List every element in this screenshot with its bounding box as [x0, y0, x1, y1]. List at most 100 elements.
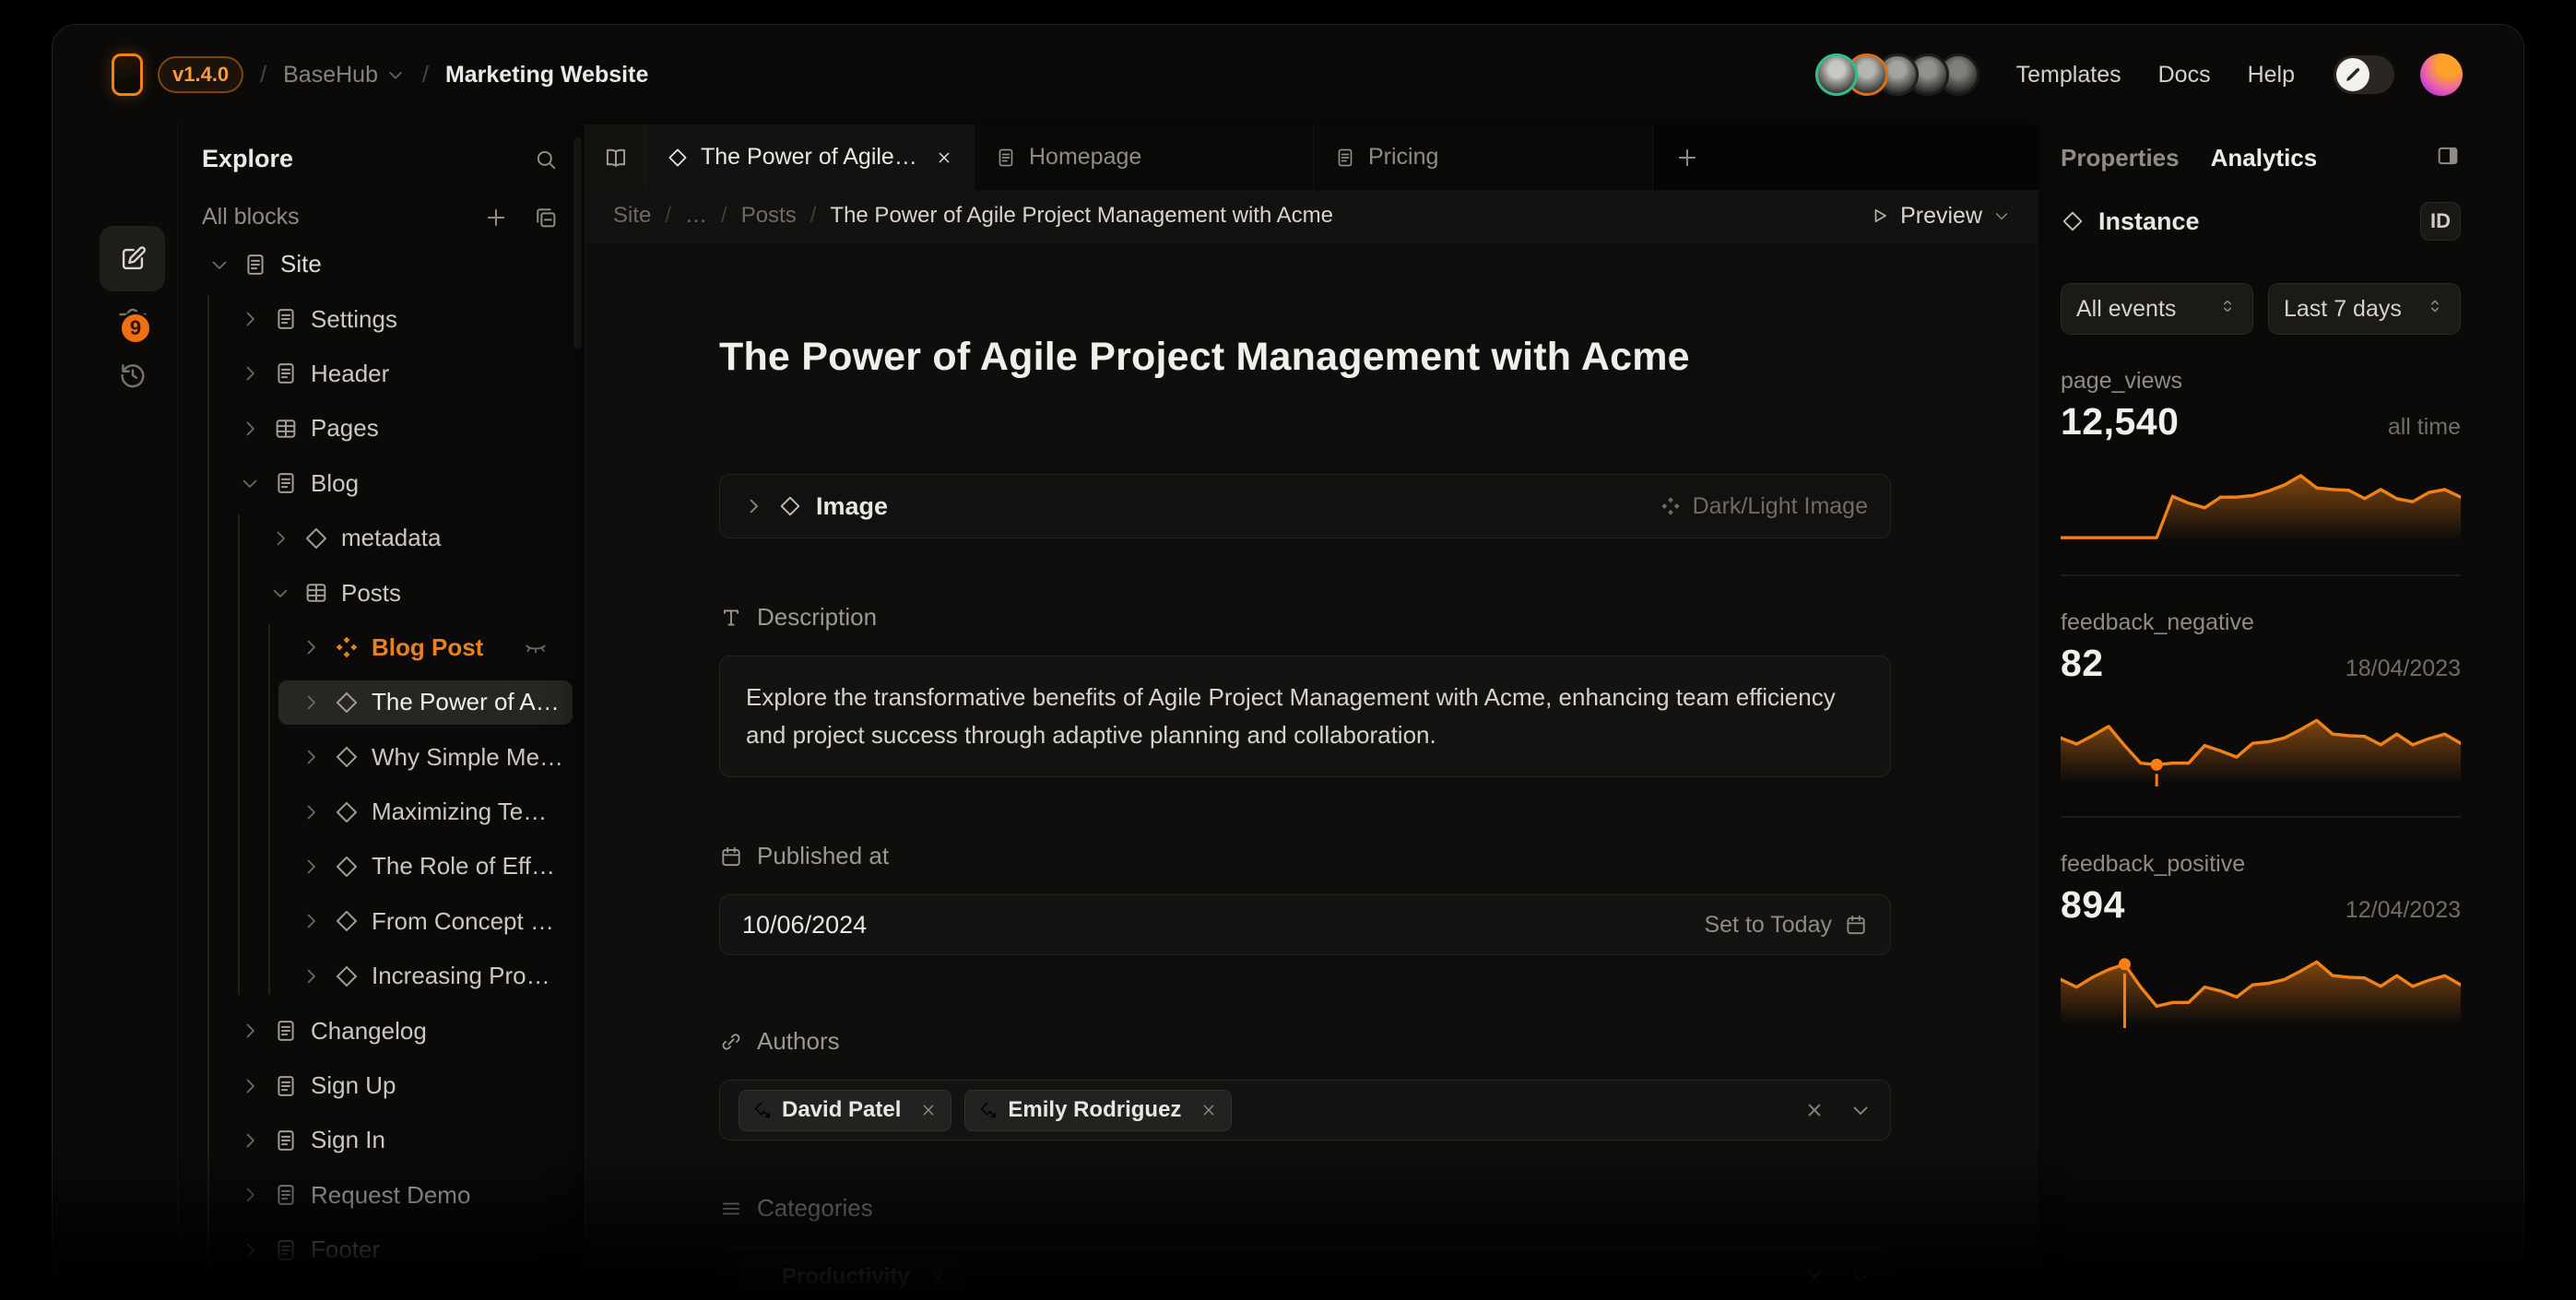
chip-emily-rodriguez[interactable]: Emily Rodriguez	[964, 1090, 1232, 1131]
chevron-right-icon[interactable]	[300, 801, 322, 823]
tree-item-blog-post[interactable]: Blog Post	[178, 620, 570, 675]
topbar-link-docs[interactable]: Docs	[2158, 62, 2211, 89]
metric-sparkline[interactable]	[2061, 455, 2461, 547]
topbar-link-help[interactable]: Help	[2248, 62, 2295, 89]
chevron-right-icon[interactable]	[239, 1020, 261, 1042]
panel-tab-properties[interactable]: Properties	[2061, 144, 2180, 172]
chevron-down-icon[interactable]	[1849, 1099, 1872, 1121]
chevron-right-icon[interactable]	[239, 362, 261, 384]
chevron-right-icon[interactable]	[300, 746, 322, 768]
chevron-right-icon[interactable]	[239, 1239, 261, 1261]
breadcrumb-org[interactable]: BaseHub	[283, 62, 406, 89]
doc-icon	[242, 252, 268, 278]
history-rail-button[interactable]	[109, 351, 157, 399]
chevron-right-icon[interactable]	[300, 691, 322, 714]
library-tab[interactable]	[585, 124, 646, 190]
org-name: BaseHub	[283, 62, 378, 89]
tree-item-pages[interactable]: Pages	[178, 401, 570, 455]
chevron-right-icon[interactable]	[239, 418, 261, 440]
tree-item-sign-up[interactable]: Sign Up	[178, 1058, 570, 1113]
collapse-panel-icon[interactable]	[2435, 143, 2461, 169]
published-date-input[interactable]: 10/06/2024 Set to Today	[719, 894, 1891, 955]
tree-item-header[interactable]: Header	[178, 347, 570, 401]
basehub-logo[interactable]	[112, 53, 143, 96]
version-badge[interactable]: v1.4.0	[158, 56, 243, 93]
add-block-icon[interactable]	[483, 205, 509, 230]
tree-item-posts[interactable]: Posts	[178, 565, 570, 620]
categories-label: Categories	[719, 1194, 1891, 1223]
close-icon[interactable]	[935, 148, 953, 167]
breadcrumb-separator: /	[260, 62, 266, 89]
topbar-link-templates[interactable]: Templates	[2016, 62, 2121, 89]
id-button[interactable]: ID	[2420, 202, 2461, 241]
edit-mode-toggle[interactable]	[2334, 55, 2394, 94]
tree-item-label: Maximizing Te…	[372, 798, 547, 826]
tree-item-metadata[interactable]: metadata	[178, 511, 570, 565]
tree-item-settings[interactable]: Settings	[178, 291, 570, 346]
user-avatar[interactable]	[2420, 53, 2463, 96]
sidebar-scrollbar[interactable]	[573, 137, 582, 349]
set-to-today-button[interactable]: Set to Today	[1704, 912, 1832, 939]
image-block[interactable]: Image Dark/Light Image	[719, 474, 1891, 538]
collapse-all-icon[interactable]	[533, 205, 559, 230]
chevron-down-icon[interactable]	[208, 254, 230, 276]
tree-item-footer[interactable]: Footer	[178, 1223, 570, 1277]
tab-pricing[interactable]: Pricing	[1314, 124, 1653, 190]
filter-select-last-7-days[interactable]: Last 7 days	[2268, 283, 2461, 335]
tree-item-the-role-of-eff[interactable]: The Role of Eff…	[178, 839, 570, 893]
document-title[interactable]: The Power of Agile Project Management wi…	[719, 335, 1891, 380]
breadcrumb-item[interactable]: Site	[613, 203, 651, 229]
chevron-right-icon[interactable]	[300, 636, 322, 658]
remove-chip-icon[interactable]	[919, 1101, 938, 1119]
chevron-right-icon[interactable]	[300, 910, 322, 932]
metric-sparkline[interactable]	[2061, 696, 2461, 788]
calendar-icon[interactable]	[1844, 913, 1868, 937]
collaborator-avatars	[1815, 53, 1979, 96]
chevron-right-icon[interactable]	[239, 308, 261, 330]
chevron-down-icon[interactable]	[1849, 1266, 1872, 1288]
categories-input[interactable]: Productivity	[719, 1247, 1891, 1300]
tree-item-changelog[interactable]: Changelog	[178, 1003, 570, 1058]
chevron-right-icon[interactable]	[239, 1184, 261, 1206]
chip-david-patel[interactable]: David Patel	[739, 1090, 951, 1131]
clear-field-icon[interactable]	[1803, 1266, 1826, 1288]
chevron-right-icon[interactable]	[742, 495, 764, 517]
remove-chip-icon[interactable]	[1199, 1101, 1218, 1119]
chevron-right-icon[interactable]	[269, 527, 291, 550]
preview-button[interactable]: Preview	[1868, 203, 2011, 230]
chip-productivity[interactable]: Productivity	[739, 1257, 961, 1298]
tab-homepage[interactable]: Homepage	[975, 124, 1314, 190]
breadcrumb-item[interactable]: …	[685, 203, 707, 229]
tree-item-request-demo[interactable]: Request Demo	[178, 1168, 570, 1223]
chevron-right-icon[interactable]	[239, 1075, 261, 1097]
filter-select-all-events[interactable]: All events	[2061, 283, 2253, 335]
tree-item-increasing-pro[interactable]: Increasing Pro…	[178, 949, 570, 1003]
tree-item-why-simple-me[interactable]: Why Simple Me…	[178, 730, 570, 785]
breadcrumb-item[interactable]: Posts	[741, 203, 797, 229]
commits-count-badge: 9	[119, 312, 152, 345]
chevron-down-icon[interactable]	[269, 582, 291, 604]
explore-rail-button[interactable]	[100, 226, 165, 291]
breadcrumb-project[interactable]: Marketing Website	[445, 62, 648, 89]
chevron-right-icon[interactable]	[300, 856, 322, 878]
panel-tab-analytics[interactable]: Analytics	[2211, 144, 2318, 172]
tree-item-from-concept[interactable]: From Concept …	[178, 894, 570, 949]
new-tab-button[interactable]	[1653, 124, 1721, 190]
chevron-right-icon[interactable]	[239, 1129, 261, 1152]
tree-item-blog[interactable]: Blog	[178, 456, 570, 511]
description-input[interactable]: Explore the transformative benefits of A…	[719, 656, 1891, 777]
diamond-icon	[334, 963, 360, 989]
tree-item-maximizing-te[interactable]: Maximizing Te…	[178, 785, 570, 839]
metric-sparkline[interactable]	[2061, 938, 2461, 1030]
tab-the-power-of-agile[interactable]: The Power of Agile…	[646, 124, 975, 190]
chevron-down-icon[interactable]	[239, 472, 261, 494]
chevron-right-icon[interactable]	[300, 965, 322, 987]
remove-chip-icon[interactable]	[928, 1268, 947, 1286]
collaborator-avatar[interactable]	[1815, 53, 1858, 96]
clear-field-icon[interactable]	[1803, 1099, 1826, 1121]
tree-item-site[interactable]: Site	[178, 237, 570, 291]
authors-input[interactable]: David Patel Emily Rodriguez	[719, 1080, 1891, 1140]
tree-item-sign-in[interactable]: Sign In	[178, 1113, 570, 1167]
tree-item-the-power-of-a[interactable]: The Power of A…	[178, 675, 570, 729]
search-icon[interactable]	[533, 147, 559, 172]
